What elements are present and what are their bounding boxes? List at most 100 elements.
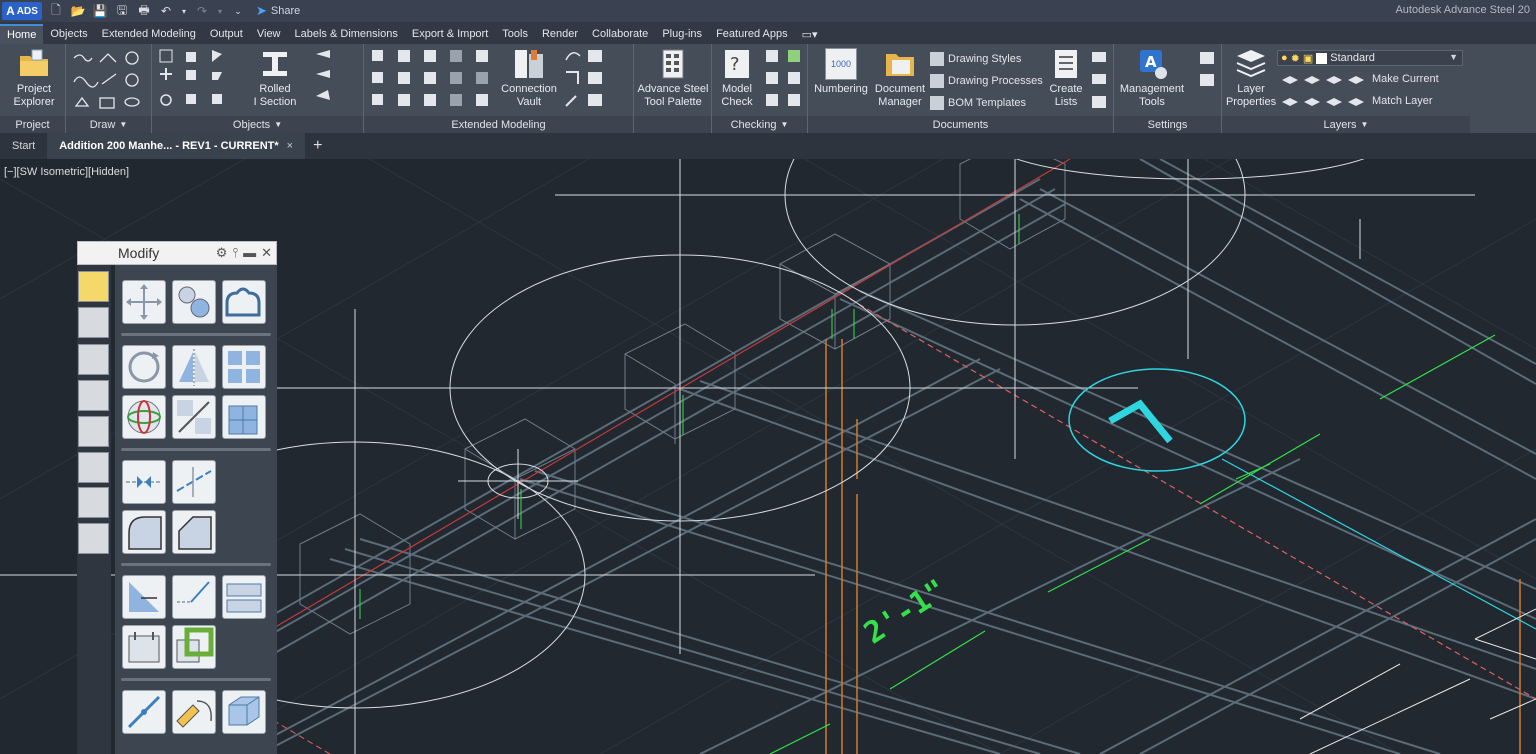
panel-title-draw[interactable]: Draw ▼ [66,116,151,133]
pin-icon[interactable]: ⫯ [232,245,238,261]
project-explorer-button[interactable]: Project Explorer [6,48,62,109]
new-tab-button[interactable]: + [313,137,322,155]
category-tools-icon[interactable] [78,307,109,338]
settings-small-tools[interactable] [1198,44,1218,116]
tab-render[interactable]: Render [535,24,585,44]
array-tool[interactable] [222,345,266,389]
start-tab[interactable]: Start [0,133,47,159]
copy-tool[interactable] [172,280,216,324]
tab-labels-dimensions[interactable]: Labels & Dimensions [288,24,405,44]
minimize-icon[interactable]: ▬ [243,245,256,261]
tab-objects[interactable]: Objects [43,24,94,44]
draw-tools-icon-grid[interactable] [66,44,152,116]
advance-steel-tool-palette-button[interactable]: Advance Steel Tool Palette [636,48,710,109]
application-menu-button[interactable]: A ADS [2,2,42,20]
tab-view[interactable]: View [250,24,288,44]
circle-icon [125,51,139,65]
documents-small-tools[interactable] [1090,44,1110,116]
offset-tool[interactable] [222,280,266,324]
trim-tool[interactable] [172,460,216,504]
match-layer-button[interactable]: Match Layer [1372,95,1433,107]
layer-dropdown[interactable]: ● ✹ ▣ Standard ▼ [1277,50,1463,66]
current-drawing-tab[interactable]: Addition 200 Manhe... - REV1 - CURRENT* … [47,133,306,159]
move-tool[interactable] [122,280,166,324]
explode-tool[interactable] [122,625,166,669]
chamfer-tool[interactable] [172,510,216,554]
rotate-tool[interactable] [122,345,166,389]
ribbon-display-toggle-icon[interactable]: ▭▾ [795,24,823,44]
defaults-icon [1200,52,1214,64]
new-file-icon[interactable]: 🗋 [48,3,64,19]
share-button[interactable]: ➤ Share [256,3,300,19]
category-layers-icon[interactable] [78,523,109,554]
tab-collaborate[interactable]: Collaborate [585,24,655,44]
checking-small-tools[interactable] [762,44,808,116]
railing-icon [588,50,602,62]
gear-icon[interactable]: ⚙ [216,245,228,261]
create-lists-button[interactable]: Create Lists [1044,48,1088,109]
fillet-tool[interactable] [122,510,166,554]
break-tool[interactable] [122,460,166,504]
save-icon[interactable]: 💾 [92,3,108,19]
mirror-tool[interactable] [172,345,216,389]
drawing-styles-icon [930,52,944,66]
join-tool[interactable] [222,575,266,619]
tab-tools[interactable]: Tools [495,24,535,44]
category-user-icon[interactable] [78,344,109,375]
redo-icon[interactable]: ↷ [194,3,210,19]
document-manager-button[interactable]: Document Manager [872,48,928,109]
tab-export-import[interactable]: Export & Import [405,24,495,44]
connection-vault-button[interactable]: Connection Vault [498,48,560,109]
objects-right-tools[interactable] [312,44,352,116]
category-features-icon[interactable] [78,487,109,518]
tab-output[interactable]: Output [203,24,250,44]
category-dimension-icon[interactable] [78,380,109,411]
bom-templates-icon [930,96,944,110]
drawing-processes-button[interactable]: Drawing Processes [930,74,1043,88]
print-icon[interactable]: 🖶 [136,3,152,19]
drawing-styles-button[interactable]: Drawing Styles [930,52,1021,66]
solid-edit-tool[interactable] [222,690,266,734]
lengthen-tool[interactable] [122,690,166,734]
tab-plug-ins[interactable]: Plug-ins [655,24,709,44]
panel-objects: Rolled I Section Objects ▼ [152,44,364,133]
model-check-button[interactable]: ? Model Check [714,48,760,109]
modify-palette-titlebar[interactable]: Modify ⚙ ⫯ ▬ ✕ [77,241,277,265]
rotate-3d-tool[interactable] [122,395,166,439]
customize-quick-access-icon[interactable]: ⌄ [230,3,246,19]
category-selection-icon[interactable] [78,416,109,447]
copy-clip-tool[interactable] [172,625,216,669]
tab-featured-apps[interactable]: Featured Apps [709,24,795,44]
extended-modeling-tools-left[interactable] [368,44,498,116]
category-section-icon[interactable] [78,452,109,483]
redo-dropdown-icon[interactable]: ▾ [216,3,224,19]
stretch-tool[interactable] [122,575,166,619]
edit-polyline-tool[interactable] [172,690,216,734]
numbering-button[interactable]: 1000 Numbering [810,48,872,96]
management-tools-button[interactable]: A Management Tools [1116,48,1188,109]
extended-modeling-tools-right[interactable] [562,44,610,116]
scale-tool[interactable] [172,395,216,439]
tab-extended-modeling[interactable]: Extended Modeling [95,24,203,44]
extend-tool[interactable] [172,575,216,619]
tab-home[interactable]: Home [0,24,44,44]
viewport-controls-label[interactable]: [−][SW Isometric][Hidden] [4,166,129,178]
panel-title-checking[interactable]: Checking ▼ [712,116,807,133]
undo-icon[interactable]: ↶ [158,3,174,19]
objects-small-tools[interactable] [156,44,256,116]
bom-templates-button[interactable]: BOM Templates [930,96,1026,110]
open-folder-icon[interactable]: 📂 [70,3,86,19]
rolled-i-section-button[interactable]: Rolled I Section [248,48,302,109]
panel-title-objects[interactable]: Objects ▼ [152,116,363,133]
category-modify-icon[interactable] [78,271,109,302]
save-as-icon[interactable]: 🖫 [114,3,130,19]
close-icon[interactable]: ✕ [261,245,272,261]
undo-dropdown-icon[interactable]: ▾ [180,3,188,19]
axis-icon [160,68,172,80]
layer-small-tools[interactable] [1278,70,1378,116]
panel-title-layers[interactable]: Layers ▼ [1222,116,1470,133]
make-current-button[interactable]: Make Current [1372,73,1439,85]
close-icon[interactable]: × [287,140,293,152]
layer-properties-button[interactable]: Layer Properties [1226,48,1276,109]
align-3d-tool[interactable] [222,395,266,439]
